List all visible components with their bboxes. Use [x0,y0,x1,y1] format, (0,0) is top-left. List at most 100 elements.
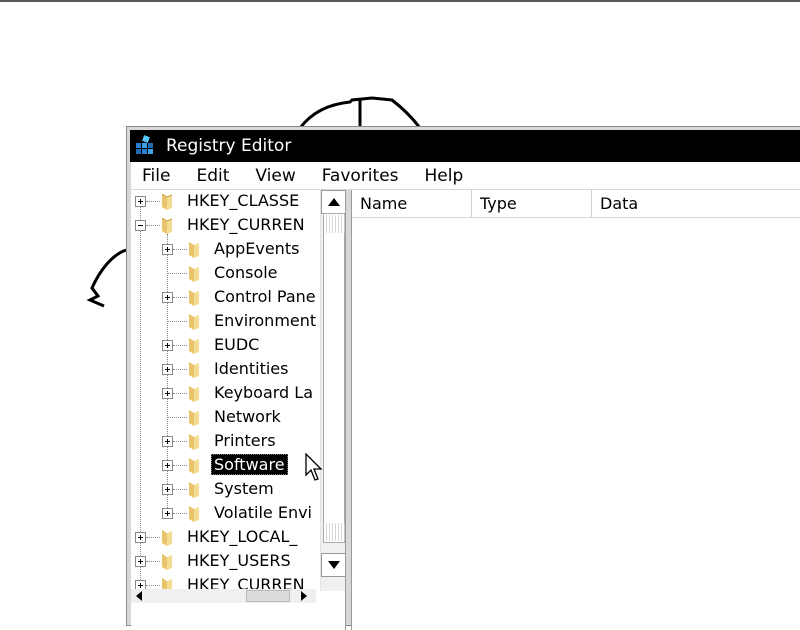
values-list-pane[interactable]: Name Type Data [351,190,800,630]
list-column-headers: Name Type Data [352,190,800,218]
tree-node-control-panel[interactable]: Control Pane [131,286,320,310]
expand-plus-icon[interactable] [162,388,173,399]
tree-node-label: Identities [214,359,289,378]
tree-node-console[interactable]: Console [131,262,320,286]
tree-node-hkey-current-user[interactable]: HKEY_CURREN [131,214,320,238]
menu-edit[interactable]: Edit [196,166,229,186]
tree-node-label-selected: Software [211,454,288,475]
scroll-grip-top [326,215,345,233]
folder-icon [189,242,199,258]
tree-node-hkey-users[interactable]: HKEY_USERS [131,550,320,574]
expand-plus-icon[interactable] [135,196,146,207]
collapse-minus-icon[interactable] [135,220,146,231]
registry-editor-window: Registry Editor File Edit View Favorites… [126,126,800,630]
tree-node-label: Keyboard La [214,383,314,402]
horizontal-scroll-thumb[interactable] [246,590,290,602]
tree-connector [173,345,187,346]
column-header-data[interactable]: Data [592,190,800,217]
column-header-type[interactable]: Type [472,190,592,217]
tree-node-label: HKEY_USERS [187,551,291,570]
scroll-down-button[interactable] [321,553,345,577]
folder-icon [189,458,199,474]
registry-editor-icon [136,135,153,154]
tree-connector [146,585,160,586]
scroll-thumb[interactable] [323,213,345,543]
expand-plus-icon[interactable] [162,244,173,255]
tree-node-software[interactable]: Software [131,454,320,478]
folder-icon [162,530,172,546]
tree-connector [173,441,187,442]
tree-node-keyboard-layout[interactable]: Keyboard La [131,382,320,406]
tree-connector [173,465,187,466]
tree-node-volatile-environment[interactable]: Volatile Envi [131,502,320,526]
tree-node-hkey-classes-root[interactable]: HKEY_CLASSE [131,190,320,214]
folder-icon [189,362,199,378]
menu-file[interactable]: File [142,166,170,186]
window-title: Registry Editor [166,136,292,156]
tree-node-eudc[interactable]: EUDC [131,334,320,358]
tree-connector [146,201,160,202]
scroll-right-button[interactable] [296,589,312,603]
expand-plus-icon[interactable] [162,484,173,495]
tree-node-label: Volatile Envi [214,503,312,522]
expand-plus-icon[interactable] [135,556,146,567]
tree-node-label: HKEY_LOCAL_ [187,527,298,546]
tree-node-label: HKEY_CURREN [187,215,305,234]
tree-connector [173,369,187,370]
tree-node-appevents[interactable]: AppEvents [131,238,320,262]
tree-node-hkey-local-machine[interactable]: HKEY_LOCAL_ [131,526,320,550]
tree-horizontal-scrollbar[interactable] [131,589,316,603]
tree-node-printers[interactable]: Printers [131,430,320,454]
tree-connector [173,489,187,490]
folder-icon [189,338,199,354]
expand-plus-icon[interactable] [162,460,173,471]
folder-icon [189,386,199,402]
folder-icon [162,554,172,570]
tree-connector [173,297,187,298]
menu-help[interactable]: Help [425,166,464,186]
tree-node-label: Network [214,407,281,426]
scroll-left-button[interactable] [131,589,147,603]
tree-node-label: Control Pane [214,287,316,306]
scroll-up-button[interactable] [321,190,345,214]
expand-plus-icon[interactable] [162,292,173,303]
menu-bar: File Edit View Favorites Help [131,162,800,189]
tree-connector [146,537,160,538]
tree-node-environment[interactable]: Environment [131,310,320,334]
tree-connector [173,513,187,514]
folder-icon [189,482,199,498]
tree-connector [146,225,160,226]
mouse-pointer-icon [305,453,323,481]
tree-connector [167,417,187,418]
expand-plus-icon[interactable] [162,340,173,351]
expand-plus-icon[interactable] [162,508,173,519]
tree-node-system[interactable]: System [131,478,320,502]
tree-node-identities[interactable]: Identities [131,358,320,382]
tree-connector [173,393,187,394]
folder-icon [189,410,199,426]
tree-node-label: Environment [214,311,317,330]
tree-node-label: HKEY_CLASSE [187,191,300,210]
folder-icon [189,506,199,522]
expand-plus-icon[interactable] [135,532,146,543]
tree-node-network[interactable]: Network [131,406,320,430]
menu-favorites[interactable]: Favorites [322,166,399,186]
tree-connector [167,273,187,274]
column-header-name[interactable]: Name [352,190,472,217]
arrow-up-icon [328,198,340,206]
tree-vertical-scrollbar[interactable] [320,190,345,591]
tree-connector [167,321,187,322]
arrow-down-icon [328,561,340,569]
title-bar[interactable]: Registry Editor [130,130,800,162]
expand-plus-icon[interactable] [162,436,173,447]
expand-plus-icon[interactable] [162,364,173,375]
tree-connector [146,561,160,562]
folder-icon [161,193,173,210]
key-tree-pane[interactable]: HKEY_CLASSE HKEY_CURREN AppEvents Consol… [131,190,346,630]
tree-connector [173,249,187,250]
folder-icon [189,434,199,450]
scroll-grip-bottom [326,523,345,541]
tree-node-label: Printers [214,431,276,450]
tree-node-label: System [214,479,274,498]
menu-view[interactable]: View [255,166,295,186]
